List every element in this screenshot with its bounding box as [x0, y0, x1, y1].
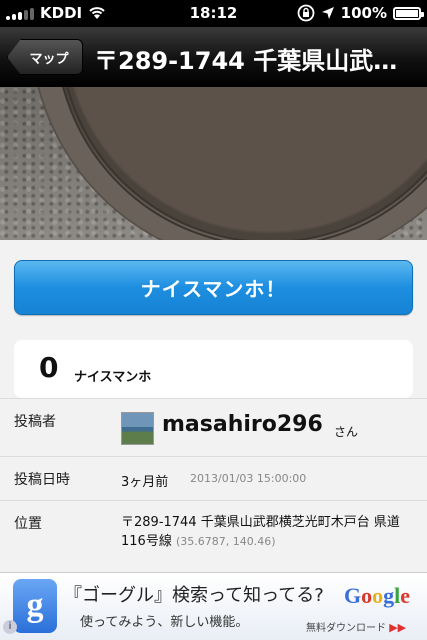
poster-suffix: さん — [334, 425, 359, 439]
ad-headline: 『ゴーグル』検索って知ってる? — [64, 585, 324, 606]
ad-banner[interactable]: g 『ゴーグル』検索って知ってる? 使ってみよう、新しい機能。 Google 無… — [0, 572, 427, 640]
battery-label: 100% — [340, 4, 387, 22]
posted-date-label: 投稿日時 — [14, 472, 70, 488]
location-row[interactable]: 位置 〒289-1744 千葉県山武郡横芝光町木戸台 県道116号線 (35.6… — [0, 500, 427, 572]
poster-username[interactable]: masahiro296 — [162, 412, 323, 437]
navigation-bar: マップ 〒289-1744 千葉県山武郡横芝光町木戸台 県道116号線 — [0, 27, 427, 87]
google-g-icon: g — [13, 579, 57, 633]
manhole-ring-decoration — [55, 87, 427, 240]
location-label: 位置 — [14, 516, 42, 532]
nice-count-value: 0 — [39, 351, 59, 384]
posted-date-row: 投稿日時 3ヶ月前 2013/01/03 15:00:00 — [0, 456, 427, 500]
posted-relative-time: 3ヶ月前 — [121, 475, 169, 490]
location-icon — [321, 7, 334, 19]
location-coordinates: (35.6787, 140.46) — [175, 535, 276, 548]
poster-row[interactable]: 投稿者 masahiro296 さん — [0, 398, 427, 456]
avatar[interactable] — [121, 412, 154, 445]
ad-download-label: 無料ダウンロード — [306, 623, 386, 634]
page-title: 〒289-1744 千葉県山武郡横芝光町木戸台 県道116号線 — [94, 47, 420, 75]
nice-manho-button[interactable]: ナイスマンホ！ — [14, 260, 413, 315]
ad-subtext: 使ってみよう、新しい機能。 — [80, 615, 249, 630]
ad-download-link[interactable]: 無料ダウンロード ▶▶ — [306, 619, 406, 634]
manhole-photo[interactable] — [0, 87, 427, 240]
status-bar: KDDI 18:12 100% — [0, 0, 427, 27]
nice-count-label: ナイスマンホ — [74, 370, 152, 385]
ad-info-icon[interactable]: i — [3, 620, 17, 634]
poster-label: 投稿者 — [14, 414, 56, 430]
battery-icon — [393, 6, 424, 20]
google-logo: Google — [344, 583, 411, 608]
double-arrow-icon: ▶▶ — [389, 621, 407, 634]
rotation-lock-icon — [297, 4, 315, 22]
nice-count-box: 0 ナイスマンホ — [14, 340, 413, 398]
back-button[interactable]: マップ — [7, 39, 83, 75]
posted-absolute-time: 2013/01/03 15:00:00 — [190, 472, 307, 485]
location-details: 〒289-1744 千葉県山武郡横芝光町木戸台 県道116号線 (35.6787… — [121, 513, 416, 551]
